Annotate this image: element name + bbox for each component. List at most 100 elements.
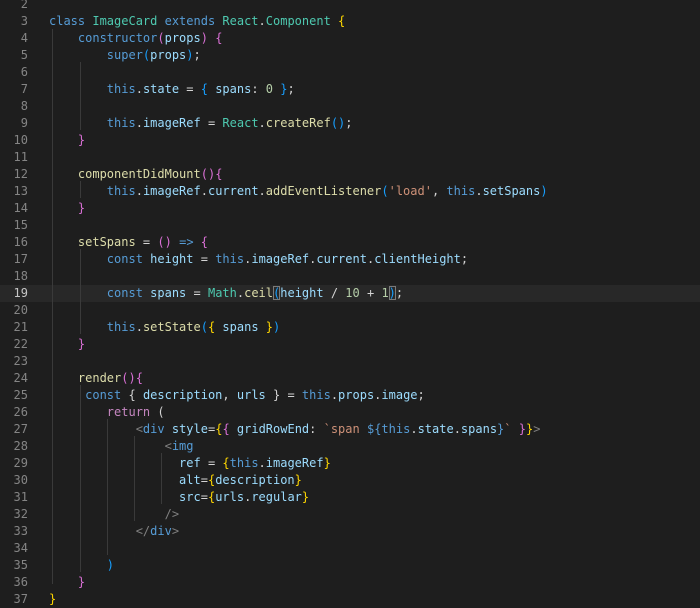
code-line[interactable]: 15 <box>0 217 700 234</box>
code-line[interactable]: 16 setSpans = () => { <box>0 234 700 251</box>
code-line[interactable]: 21 this.setState({ spans }) <box>0 319 700 336</box>
code-line[interactable]: 17 const height = this.imageRef.current.… <box>0 251 700 268</box>
code-token: = <box>193 252 216 266</box>
code-token: ) <box>128 371 136 385</box>
code-token: ; <box>395 286 404 300</box>
code-line[interactable]: 6 <box>0 64 700 81</box>
code-line[interactable]: 2 <box>0 0 700 13</box>
code-editor[interactable]: 2 3 class ImageCard extends React.Componen… <box>0 0 700 608</box>
code-token: ; <box>460 252 469 266</box>
code-token: . <box>258 184 266 198</box>
code-line[interactable]: 34 <box>0 540 700 557</box>
code-token: urls <box>236 388 266 402</box>
code-token: alt <box>49 473 201 487</box>
code-token: componentDidMount <box>49 167 201 181</box>
line-number: 13 <box>13 184 28 198</box>
code-token: = <box>186 286 208 300</box>
code-line[interactable]: 11 <box>0 149 700 166</box>
code-token: return <box>49 405 151 419</box>
code-line[interactable]: 28 <img <box>0 438 700 455</box>
code-token: = <box>135 235 158 249</box>
code-token: => <box>179 235 194 249</box>
line-number: 16 <box>13 235 28 249</box>
code-token: . <box>258 116 266 130</box>
code-line[interactable]: 23 <box>0 353 700 370</box>
code-token: . <box>258 14 266 28</box>
code-line[interactable]: 7 this.state = { spans: 0 }; <box>0 81 700 98</box>
code-line[interactable]: 37} <box>0 591 700 608</box>
code-line[interactable]: 25 const { description, urls } = this.pr… <box>0 387 700 404</box>
code-line[interactable]: 14 } <box>0 200 700 217</box>
code-token: gridRowEnd <box>229 422 310 436</box>
code-token: this <box>301 388 331 402</box>
code-token: > <box>533 422 541 436</box>
line-number: 22 <box>13 337 28 351</box>
code-line[interactable]: 20 <box>0 302 700 319</box>
code-line[interactable]: 35 ) <box>0 557 700 574</box>
line-code: this.state = { spans: 0 }; <box>49 81 295 98</box>
code-line[interactable]: 10 } <box>0 132 700 149</box>
code-token: createRef <box>265 116 331 130</box>
code-token: ) <box>186 48 194 62</box>
code-token: super <box>49 48 143 62</box>
code-token: ( <box>157 31 165 45</box>
code-token: . <box>330 388 339 402</box>
code-line[interactable]: 12 componentDidMount(){ <box>0 166 700 183</box>
code-token: : <box>309 422 324 436</box>
code-line[interactable]: 33 </div> <box>0 523 700 540</box>
code-line[interactable]: 29 ref = {this.imageRef} <box>0 455 700 472</box>
code-token: constructor <box>49 31 158 45</box>
code-token: { <box>128 388 143 402</box>
code-token: img <box>171 439 194 453</box>
code-token: description <box>215 473 295 487</box>
code-token: } = <box>265 388 302 402</box>
code-token: 10 <box>345 286 360 300</box>
code-token: ( <box>157 235 165 249</box>
code-token: ceil <box>244 286 274 300</box>
code-token: { <box>222 422 230 436</box>
code-token: this <box>49 82 136 96</box>
code-token: { <box>200 82 208 96</box>
code-token: React <box>222 14 259 28</box>
code-line[interactable]: 3 class ImageCard extends React.Component… <box>0 13 700 30</box>
code-token: . <box>200 184 208 198</box>
line-code: render(){ <box>49 370 143 387</box>
code-line[interactable]: 30 alt={description} <box>0 472 700 489</box>
code-token: setSpans <box>49 235 136 249</box>
code-token: div <box>150 524 172 538</box>
line-number: 17 <box>13 252 28 266</box>
code-token: extends <box>164 14 223 28</box>
code-token: } <box>280 82 288 96</box>
code-line[interactable]: 24 render(){ <box>0 370 700 387</box>
line-code: class ImageCard extends React.Component … <box>49 13 345 30</box>
code-line[interactable]: 18 <box>0 268 700 285</box>
line-code: ) <box>49 557 114 574</box>
code-line[interactable]: 31 src={urls.regular} <box>0 489 700 506</box>
code-line[interactable]: 32 /> <box>0 506 700 523</box>
code-line[interactable]: 36 } <box>0 574 700 591</box>
line-number: 11 <box>13 150 28 164</box>
code-line[interactable]: 9 this.imageRef = React.createRef(); <box>0 115 700 132</box>
code-line[interactable]: 13 this.imageRef.current.addEventListene… <box>0 183 700 200</box>
code-line[interactable]: 4 constructor(props) { <box>0 30 700 47</box>
code-line[interactable]: 8 <box>0 98 700 115</box>
line-number: 10 <box>13 133 28 147</box>
code-line[interactable]: 19 const spans = Math.ceil(height / 10 +… <box>0 285 700 302</box>
code-token: { <box>222 456 230 470</box>
line-number: 31 <box>13 490 28 504</box>
code-line[interactable]: 5 super(props); <box>0 47 700 64</box>
indent-guide <box>134 436 135 521</box>
line-number: 35 <box>13 558 28 572</box>
line-number: 20 <box>13 303 28 317</box>
code-line[interactable]: 26 return ( <box>0 404 700 421</box>
indent-guide <box>52 29 53 584</box>
code-token: render <box>49 371 122 385</box>
code-line[interactable]: 22 } <box>0 336 700 353</box>
code-line[interactable]: 27 <div style={{ gridRowEnd: `span ${thi… <box>0 421 700 438</box>
code-token: 1 <box>381 286 389 300</box>
